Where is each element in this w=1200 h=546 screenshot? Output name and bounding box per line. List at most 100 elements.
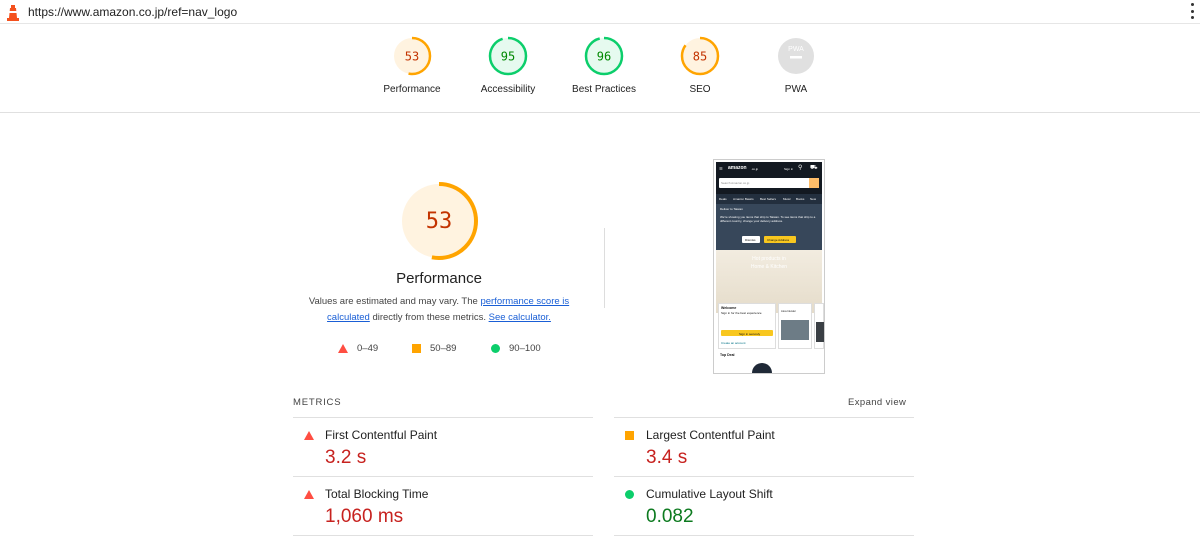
expand-view-toggle[interactable]: Expand view: [848, 397, 906, 408]
page-url[interactable]: https://www.amazon.co.jp/ref=nav_logo: [28, 5, 237, 19]
screenshot-subnav: Deals Amazon Basics Best Sellers Music B…: [716, 194, 822, 204]
nav-link: Amazon Basics: [733, 197, 754, 201]
dismiss-label: Dismiss: [745, 238, 756, 242]
gauge-ring-accessibility: 95: [488, 36, 528, 76]
create-account-link: Create an account: [721, 341, 746, 345]
gauge-score: 95: [501, 50, 515, 64]
metric-cumulative-layout-shift: Cumulative Layout Shift 0.082: [614, 477, 914, 535]
metric-largest-contentful-paint: Largest Contentful Paint 3.4 s: [614, 418, 914, 476]
change-address-button: Change Address: [764, 236, 796, 243]
nav-link: New: [810, 197, 817, 201]
legend-range: 0–49: [357, 343, 379, 354]
screenshot-search: Search Amazon.co.jp: [719, 178, 819, 188]
gauge-score: PWA: [788, 46, 804, 53]
legend-pass: 90–100: [491, 343, 541, 354]
search-placeholder: Search Amazon.co.jp: [721, 181, 750, 185]
cart-icon: ⛟: [810, 165, 818, 171]
screenshot-nav: ☰ amazon .co.jp Sign in ⚲ ⛟ Search Amazo…: [716, 162, 822, 194]
triangle-icon: [304, 490, 314, 499]
metric-total-blocking-time: Total Blocking Time 1,060 ms: [293, 477, 593, 535]
gauge-seo[interactable]: 85 SEO: [650, 36, 750, 95]
metric-name: Total Blocking Time: [325, 487, 429, 501]
desc-text: directly from these metrics.: [369, 312, 489, 323]
screenshot-location-banner: Deliver to Taiwan We're showing you item…: [716, 204, 822, 250]
desc-text: Values are estimated and may vary. The: [308, 296, 481, 307]
more-options-icon[interactable]: [1190, 3, 1194, 19]
metric-name: Cumulative Layout Shift: [646, 487, 773, 501]
gauge-label: Accessibility: [480, 84, 536, 95]
product-text: Juice blender: [781, 310, 796, 313]
gauge-ring-pwa: PWA: [778, 38, 814, 74]
gauge-label: Performance: [383, 84, 441, 95]
metric-divider: [293, 535, 593, 536]
deliver-to: Deliver to Taiwan: [720, 207, 743, 211]
metric-value: 1,060 ms: [325, 506, 404, 527]
metric-divider: [614, 535, 914, 536]
gauge-ring-performance: 53: [392, 36, 432, 76]
gauge-label: Best Practices: [572, 84, 636, 95]
legend-fail: 0–49: [338, 343, 378, 354]
circle-icon: [625, 490, 634, 499]
nav-link: Music: [783, 197, 791, 201]
gauge-score: 85: [693, 50, 707, 64]
product-image: [781, 320, 809, 340]
metrics-heading: METRICS: [293, 397, 342, 408]
square-icon: [625, 431, 634, 440]
change-label: Change Address: [767, 238, 790, 242]
gauge-ring-best-practices: 96: [584, 36, 624, 76]
gauge-accessibility[interactable]: 95 Accessibility: [458, 36, 558, 95]
url-bar: https://www.amazon.co.jp/ref=nav_logo: [0, 0, 1200, 24]
sign-in-label: Sign in securely: [739, 331, 761, 336]
nav-link: Best Sellers: [760, 197, 777, 201]
user-icon: ⚲: [798, 165, 803, 171]
gauge-label: SEO: [689, 84, 711, 95]
triangle-icon: [338, 344, 348, 353]
category-gauges: 53 Performance 95 Accessibility 96 Best …: [0, 24, 1200, 113]
card-image: [816, 322, 824, 342]
screenshot-product-card: Juice blender: [778, 303, 812, 349]
welcome-sub: Sign in for the best experience: [721, 311, 762, 315]
metric-value: 3.4 s: [646, 447, 688, 468]
metric-name: Largest Contentful Paint: [646, 428, 775, 442]
product-thumbnail: [752, 363, 772, 373]
gauge-ring-seo: 85: [680, 36, 720, 76]
square-icon: [412, 344, 421, 353]
sign-in-button: Sign in securely: [721, 330, 773, 336]
welcome-title: Welcome: [721, 306, 737, 310]
dismiss-button: Dismiss: [742, 236, 760, 243]
lighthouse-logo-icon: [7, 5, 19, 21]
see-calculator-link[interactable]: See calculator.: [489, 312, 551, 323]
gauge-best-practices[interactable]: 96 Best Practices: [554, 36, 654, 95]
top-deal-label: Top Deal: [720, 353, 735, 357]
circle-icon: [491, 344, 500, 353]
screenshot-card-edge: [814, 303, 824, 349]
delivery-notice: We're showing you items that ship to Tai…: [720, 215, 816, 223]
screenshot-sign-in: Sign in: [784, 167, 794, 171]
legend-range: 90–100: [509, 343, 541, 354]
metric-first-contentful-paint: First Contentful Paint 3.2 s: [293, 418, 593, 476]
nav-link: Books: [796, 197, 805, 201]
menu-icon: ☰: [719, 166, 723, 171]
performance-description: Values are estimated and may vary. The p…: [300, 294, 578, 326]
metric-value: 0.082: [646, 506, 694, 527]
performance-score: 53: [426, 209, 453, 234]
legend-range: 50–89: [430, 343, 457, 354]
vertical-divider: [604, 228, 605, 308]
legend-average: 50–89: [412, 343, 456, 354]
gauge-score: 96: [597, 50, 611, 64]
performance-score-gauge: 53: [400, 182, 478, 260]
triangle-icon: [304, 431, 314, 440]
metric-name: First Contentful Paint: [325, 428, 438, 442]
screenshot-logo-suffix: .co.jp: [751, 167, 759, 171]
screenshot-logo: amazon: [728, 165, 747, 171]
gauge-pwa[interactable]: PWA PWA: [746, 36, 846, 95]
gauge-label: PWA: [784, 84, 808, 95]
pwa-dash-icon: [790, 56, 802, 59]
screenshot-welcome-card: Welcome Sign in for the best experience …: [718, 303, 776, 349]
gauge-score: 53: [405, 50, 419, 64]
nav-link: Deals: [719, 197, 727, 201]
gauge-performance[interactable]: 53 Performance: [362, 36, 462, 95]
hero-line-2: Home & Kitchen: [750, 264, 788, 270]
final-screenshot[interactable]: ☰ amazon .co.jp Sign in ⚲ ⛟ Search Amazo…: [713, 159, 825, 374]
performance-title: Performance: [396, 270, 482, 287]
